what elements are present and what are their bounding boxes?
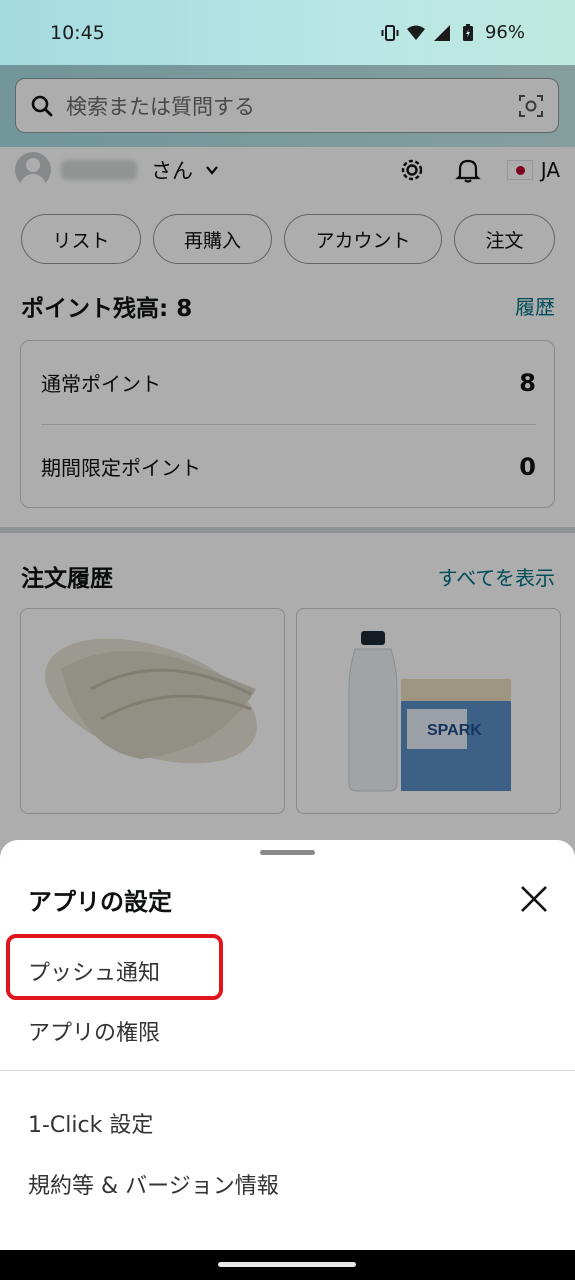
home-gesture-handle[interactable] <box>218 1262 356 1267</box>
one-click-settings-item[interactable]: 1-Click 設定 <box>28 1107 153 1139</box>
app-permissions-item[interactable]: アプリの権限 <box>28 1015 160 1047</box>
terms-version-info-item[interactable]: 規約等 & バージョン情報 <box>28 1168 279 1200</box>
status-bar: 10:45 96% <box>0 0 575 65</box>
sheet-title: アプリの設定 <box>28 888 172 916</box>
signal-icon <box>433 24 450 41</box>
close-icon <box>521 886 547 912</box>
status-icons: 96% <box>381 22 525 43</box>
status-time: 10:45 <box>50 21 105 44</box>
wifi-icon <box>406 25 425 40</box>
app-settings-sheet: アプリの設定 プッシュ通知 アプリの権限 1-Click 設定 規約等 & バー… <box>0 840 575 1250</box>
vibrate-icon <box>381 24 399 41</box>
drag-handle[interactable] <box>260 850 315 855</box>
push-notifications-item[interactable]: プッシュ通知 <box>28 955 160 987</box>
divider <box>0 1070 575 1071</box>
system-nav-bar <box>0 1250 575 1280</box>
close-button[interactable] <box>513 878 555 920</box>
battery-icon <box>462 23 473 41</box>
battery-percent: 96% <box>484 22 525 43</box>
